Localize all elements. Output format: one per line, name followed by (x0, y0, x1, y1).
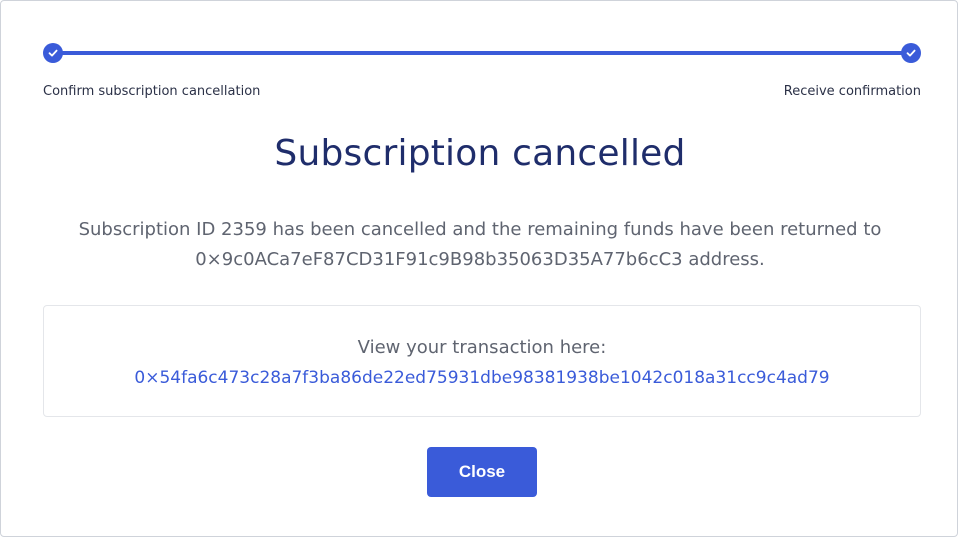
modal-title: Subscription cancelled (274, 133, 686, 174)
step-2-label: Receive confirmation (783, 84, 921, 99)
close-button[interactable]: Close (427, 447, 537, 497)
message-line-2: 0×9c0ACa7eF87CD31F91c9B98b35063D35A77b6c… (195, 249, 765, 270)
transaction-hash-link[interactable]: 0×54fa6c473c28a7f3ba86de22ed75931dbe9838… (44, 366, 920, 390)
step-1-label: Confirm subscription cancellation (43, 84, 261, 99)
stepper-progress-line (53, 51, 911, 55)
transaction-box: View your transaction here: 0×54fa6c473c… (43, 305, 921, 417)
step-1-check-icon (43, 43, 63, 63)
step-2-check-icon (901, 43, 921, 63)
cancellation-modal: Confirm subscription cancellation Receiv… (0, 0, 958, 537)
message-line-1: Subscription ID 2359 has been cancelled … (78, 219, 882, 240)
transaction-label: View your transaction here: (357, 337, 607, 358)
progress-stepper: Confirm subscription cancellation Receiv… (43, 43, 921, 103)
cancellation-message: Subscription ID 2359 has been cancelled … (71, 215, 889, 275)
